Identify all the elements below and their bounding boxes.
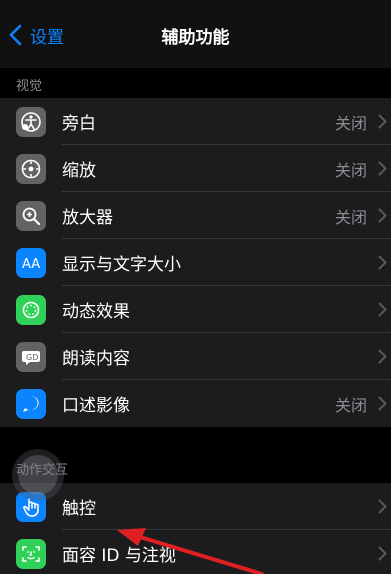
touch-icon — [16, 491, 46, 522]
audio-description-icon — [16, 388, 46, 419]
chevron-right-icon — [378, 546, 387, 561]
chevron-right-icon — [378, 161, 387, 176]
row-label: 朗读内容 — [62, 349, 130, 369]
chevron-right-icon — [378, 114, 387, 129]
row-voiceover[interactable]: 旁白 关闭 — [0, 98, 391, 145]
row-spoken-content[interactable]: GD 朗读内容 — [0, 333, 391, 380]
row-touch[interactable]: 触控 — [0, 483, 391, 530]
row-audio-descriptions[interactable]: 口述影像 关闭 — [0, 380, 391, 427]
row-label: 放大器 — [62, 208, 113, 228]
row-zoom[interactable]: 缩放 关闭 — [0, 145, 391, 192]
zoom-icon — [16, 153, 46, 184]
row-label: 动态效果 — [62, 302, 130, 322]
chevron-right-icon — [378, 208, 387, 223]
chevron-right-icon — [378, 255, 387, 270]
magnifier-icon — [16, 200, 46, 231]
chevron-right-icon — [378, 349, 387, 364]
page-title: 辅助功能 — [161, 28, 230, 48]
row-motion[interactable]: 动态效果 — [0, 286, 391, 333]
row-label: 触控 — [62, 499, 96, 519]
row-value: 关闭 — [334, 207, 367, 227]
text-size-icon: AA — [16, 247, 46, 278]
row-display-text-size[interactable]: AA 显示与文字大小 — [0, 239, 391, 286]
navigation-bar: 设置 辅助功能 — [0, 0, 391, 68]
row-magnifier[interactable]: 放大器 关闭 — [0, 192, 391, 239]
row-label: 显示与文字大小 — [62, 255, 181, 275]
face-id-icon — [16, 538, 46, 569]
row-value: 关闭 — [334, 160, 367, 180]
row-label: 口述影像 — [62, 396, 130, 416]
interaction-group: 触控 面容 ID 与注视 — [0, 483, 391, 574]
accessibility-screen: 设置 辅助功能 视觉 旁白 关闭 缩放 关闭 放大器 关闭 AA 显示与文字大小… — [0, 0, 391, 574]
chevron-right-icon — [378, 302, 387, 317]
svg-text:GD: GD — [26, 353, 38, 362]
row-value: 关闭 — [334, 395, 367, 415]
svg-text:AA: AA — [22, 257, 40, 272]
vision-group: 旁白 关闭 缩放 关闭 放大器 关闭 AA 显示与文字大小 动态效果 GD 朗读… — [0, 98, 391, 427]
chevron-right-icon — [378, 396, 387, 411]
chevron-right-icon — [378, 499, 387, 514]
motion-icon — [16, 294, 46, 325]
row-label: 旁白 — [62, 114, 96, 134]
row-label: 缩放 — [62, 161, 96, 181]
spoken-content-icon: GD — [16, 341, 46, 372]
assistive-touch-button[interactable] — [18, 455, 58, 495]
row-value: 关闭 — [334, 113, 367, 133]
row-face-id-attention[interactable]: 面容 ID 与注视 — [0, 530, 391, 574]
row-label: 面容 ID 与注视 — [62, 546, 176, 566]
section-header-vision: 视觉 — [16, 79, 43, 94]
voiceover-icon — [16, 106, 46, 137]
